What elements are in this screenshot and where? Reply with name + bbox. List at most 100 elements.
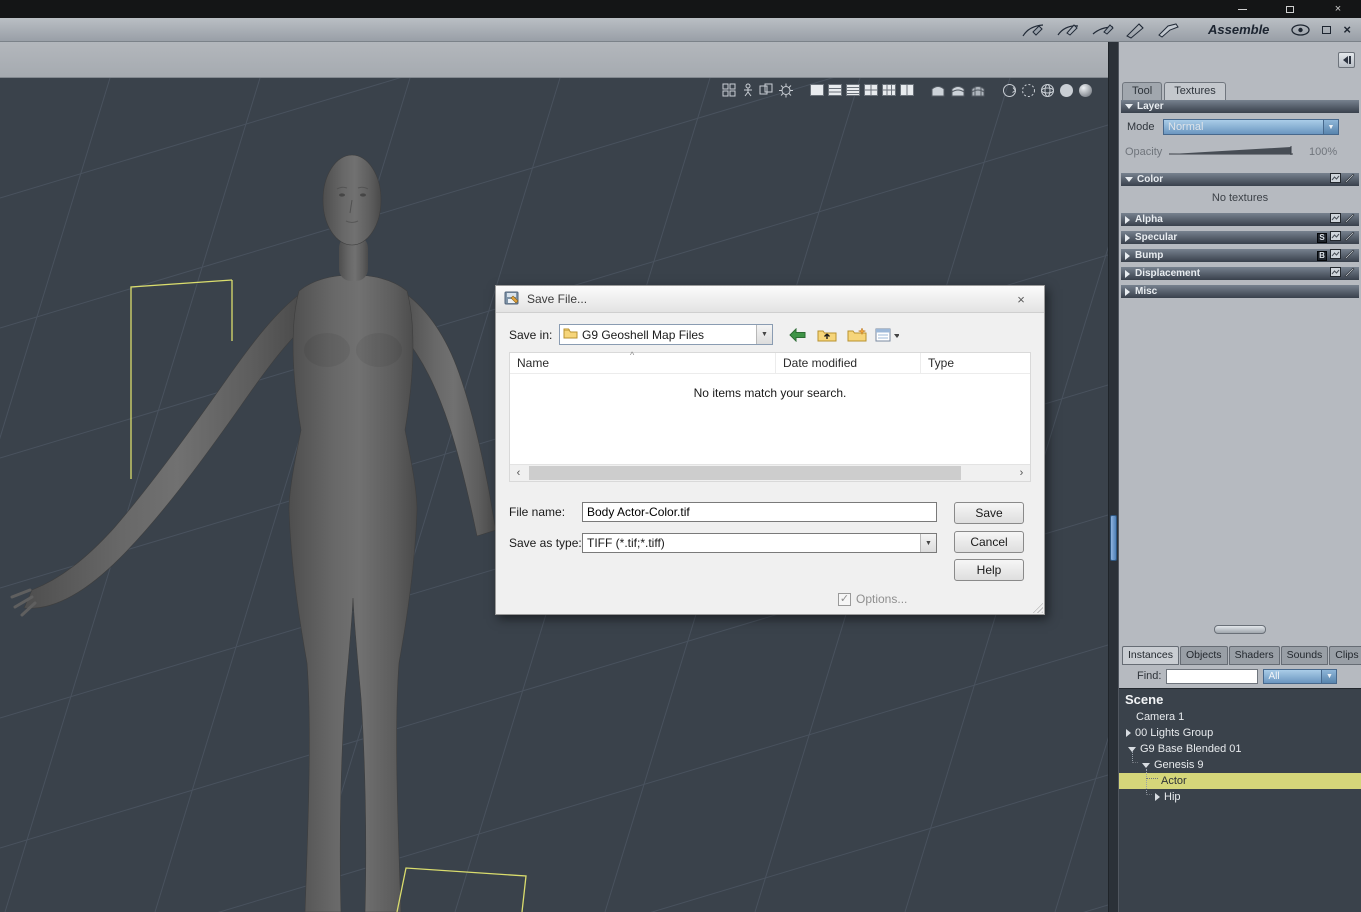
scroll-left-button[interactable]: ‹ <box>510 465 527 482</box>
scrollbar-track[interactable] <box>527 465 1013 481</box>
tab-sounds[interactable]: Sounds <box>1280 646 1329 665</box>
dialog-close-button[interactable]: × <box>1006 292 1036 307</box>
close-panel-button[interactable]: × <box>1343 23 1351 36</box>
options-checkbox[interactable]: ✓ <box>838 592 851 606</box>
column-header-date-modified[interactable]: Date modified <box>776 353 921 373</box>
bump-section-header[interactable]: Bump B <box>1121 249 1359 262</box>
tab-instances[interactable]: Instances <box>1122 646 1179 665</box>
layout-columns-icon[interactable] <box>900 82 914 98</box>
tab-textures[interactable]: Textures <box>1164 82 1226 100</box>
column-header-name[interactable]: Name ^ <box>510 350 776 373</box>
smooth-brush-icon[interactable] <box>1055 22 1081 38</box>
find-input[interactable] <box>1166 668 1259 684</box>
gear-icon[interactable] <box>778 82 794 98</box>
scroll-right-button[interactable]: › <box>1013 465 1030 482</box>
dialog-titlebar[interactable]: Save File... × <box>496 286 1044 313</box>
opacity-slider[interactable] <box>1167 143 1295 161</box>
smoothing-none-icon[interactable] <box>930 82 946 98</box>
new-folder-button[interactable] <box>845 325 869 345</box>
genesis9-figure[interactable] <box>10 154 497 912</box>
expand-arrow-icon[interactable] <box>1155 793 1160 801</box>
tab-clips[interactable]: Clips <box>1329 646 1361 665</box>
tree-item-camera-1[interactable]: Camera 1 <box>1119 709 1361 725</box>
paint-brush-icon[interactable] <box>1344 267 1355 280</box>
window-maximize-button[interactable] <box>1283 3 1297 15</box>
save-in-dropdown[interactable]: G9 Geoshell Map Files ▼ <box>559 324 773 345</box>
help-button[interactable]: Help <box>954 559 1024 581</box>
viewport-panel-splitter[interactable] <box>1108 42 1119 912</box>
wire-sphere-icon[interactable] <box>1040 82 1055 98</box>
horizontal-scrollbar[interactable]: ‹ › <box>510 464 1030 481</box>
save-button[interactable]: Save <box>954 502 1024 524</box>
dashed-circle-icon[interactable] <box>1021 82 1036 98</box>
viewport-panel-splitter-handle[interactable] <box>1110 515 1117 561</box>
paint-brush-icon[interactable] <box>1020 22 1046 38</box>
brush-tool-group <box>1020 22 1182 39</box>
texture-file-icon[interactable] <box>1330 267 1341 280</box>
chevron-down-icon[interactable]: ▼ <box>1321 669 1337 683</box>
smoothing-partial-icon[interactable] <box>950 82 966 98</box>
file-list[interactable]: Name ^ Date modified Type No items match… <box>509 350 1031 482</box>
tab-tool[interactable]: Tool <box>1122 82 1163 100</box>
texture-file-icon[interactable] <box>1330 213 1341 226</box>
tree-item-genesis-9[interactable]: Genesis 9 <box>1119 757 1361 773</box>
smooth-shading-sphere-icon[interactable] <box>1078 82 1093 98</box>
chevron-down-icon[interactable]: ▼ <box>920 534 936 552</box>
tree-item-g9-base-blended[interactable]: G9 Base Blended 01 <box>1119 741 1361 757</box>
paint-brush-icon[interactable] <box>1344 249 1355 262</box>
cancel-button[interactable]: Cancel <box>954 531 1024 553</box>
expand-arrow-icon[interactable] <box>1126 729 1131 737</box>
view-menu-button[interactable] <box>875 325 899 345</box>
layout-rows-three-icon[interactable] <box>846 82 860 98</box>
figure-pose-icon[interactable] <box>741 82 755 98</box>
tree-item-hip[interactable]: Hip <box>1119 789 1361 805</box>
tree-item-lights-group[interactable]: 00 Lights Group <box>1119 725 1361 741</box>
restore-panel-button[interactable] <box>1322 22 1332 38</box>
column-header-type[interactable]: Type <box>921 353 1030 373</box>
tab-objects[interactable]: Objects <box>1179 646 1228 665</box>
layout-grid-icon[interactable] <box>882 82 896 98</box>
chevron-down-icon[interactable]: ▼ <box>1323 120 1338 134</box>
smoothing-full-icon[interactable] <box>970 82 986 98</box>
scrollbar-thumb[interactable] <box>529 466 961 480</box>
dialog-resize-grip[interactable] <box>1030 600 1043 613</box>
alpha-section-header[interactable]: Alpha <box>1121 213 1359 226</box>
tree-item-actor[interactable]: Actor <box>1119 773 1361 789</box>
smudge-brush-icon[interactable] <box>1156 22 1182 38</box>
misc-section-header[interactable]: Misc <box>1121 285 1359 298</box>
color-section-header[interactable]: Color <box>1121 173 1359 186</box>
find-filter-dropdown[interactable]: All ▼ <box>1263 668 1338 684</box>
back-arrow-button[interactable] <box>785 325 809 345</box>
paint-brush-icon[interactable] <box>1344 173 1355 186</box>
window-close-button[interactable]: × <box>1331 3 1345 15</box>
inflate-brush-icon[interactable] <box>1125 22 1147 39</box>
texture-file-icon[interactable] <box>1330 173 1341 186</box>
rotate-view-icon[interactable] <box>1002 82 1017 98</box>
layer-section-header[interactable]: Layer <box>1121 100 1359 113</box>
specular-section-header[interactable]: Specular S <box>1121 231 1359 244</box>
save-as-type-dropdown[interactable]: TIFF (*.tif;*.tiff) ▼ <box>582 533 937 553</box>
layer-mode-dropdown[interactable]: Normal ▼ <box>1163 119 1339 135</box>
up-one-level-button[interactable] <box>815 325 839 345</box>
collapse-arrow-icon[interactable] <box>1142 762 1150 768</box>
tab-shaders[interactable]: Shaders <box>1228 646 1280 665</box>
flat-shading-sphere-icon[interactable] <box>1059 82 1074 98</box>
paint-brush-icon[interactable] <box>1344 213 1355 226</box>
eye-icon[interactable] <box>1291 22 1311 38</box>
panel-splitter-handle[interactable] <box>1214 625 1266 634</box>
window-minimize-button[interactable] <box>1235 3 1249 15</box>
displacement-section-header[interactable]: Displacement <box>1121 267 1359 280</box>
pinch-brush-icon[interactable] <box>1090 22 1116 38</box>
file-name-input[interactable] <box>582 502 937 522</box>
transform-tool-icon[interactable] <box>722 82 737 98</box>
texture-file-icon[interactable] <box>1330 249 1341 262</box>
layout-single-view-icon[interactable] <box>810 82 824 98</box>
layout-rows-icon[interactable] <box>828 82 842 98</box>
keyframe-icon[interactable] <box>759 82 774 98</box>
chevron-down-icon[interactable]: ▼ <box>756 325 772 344</box>
dock-panel-button[interactable] <box>1338 52 1355 68</box>
paint-brush-icon[interactable] <box>1344 231 1355 244</box>
texture-file-icon[interactable] <box>1330 231 1341 244</box>
layout-quad-icon[interactable] <box>864 82 878 98</box>
tree-connector-line <box>1146 778 1158 779</box>
